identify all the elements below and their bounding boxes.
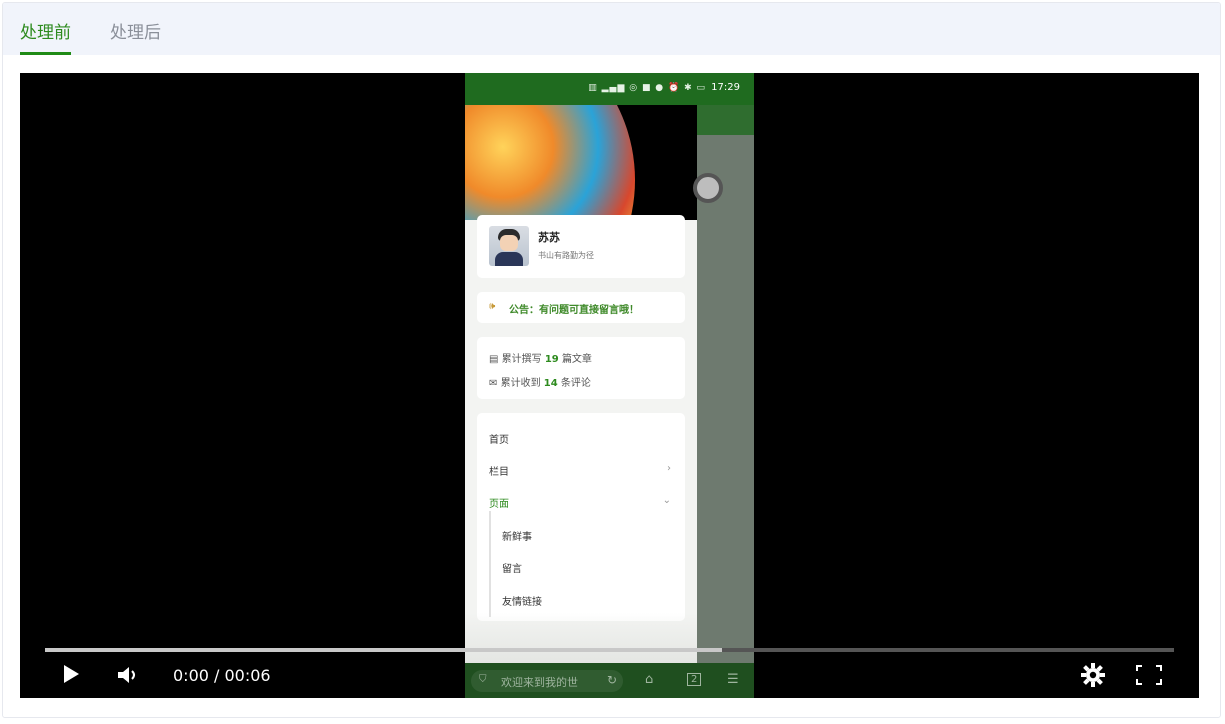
home-icon[interactable]: ⌂	[645, 672, 653, 687]
browser-bottom-bar: ⛉ 欢迎来到我的世 ↻ ⌂ 2 ☰	[465, 663, 754, 698]
tabs-count-icon[interactable]: 2	[687, 673, 702, 686]
chevron-down-icon: ⌄	[662, 495, 671, 506]
progress-bar[interactable]	[45, 648, 1174, 652]
status-time: 17:29	[711, 82, 740, 93]
video-frame-phone-screenshot: ▥ ▂▄▆ ◎ ■ ● ⏰ ✱ ▭ 17:29 苏苏 书山有路勤为径 🕪 公告：…	[465, 73, 754, 698]
submenu-item-friend-links[interactable]: 友情链接	[502, 593, 542, 615]
chevron-right-icon: ›	[667, 463, 671, 474]
settings-icon[interactable]	[1081, 663, 1105, 691]
nav-menu-card: 首页 栏目 › 页面 ⌄ 新鲜事 留言 友情链接	[477, 413, 685, 621]
phone-status-bar: ▥ ▂▄▆ ◎ ■ ● ⏰ ✱ ▭ 17:29	[465, 73, 754, 105]
submenu-divider	[489, 511, 491, 617]
tab-bar: 处理前 处理后	[3, 3, 1220, 55]
avatar	[489, 226, 529, 266]
menu-icon[interactable]: ☰	[727, 672, 739, 687]
fullscreen-icon[interactable]	[1136, 665, 1162, 689]
status-icons: ▥ ▂▄▆ ◎ ■ ● ⏰ ✱ ▭	[588, 83, 706, 93]
tab-after[interactable]: 处理后	[110, 18, 161, 55]
profile-card: 苏苏 书山有路勤为径	[477, 215, 685, 278]
notice-text: 公告：有问题可直接留言哦！	[509, 305, 639, 316]
submenu-item-news[interactable]: 新鲜事	[502, 528, 532, 550]
shield-icon: ⛉	[479, 674, 487, 685]
header-planet-image	[465, 105, 697, 220]
floating-assist-button[interactable]	[693, 173, 723, 203]
tab-before[interactable]: 处理前	[20, 18, 71, 55]
browser-address-input[interactable]: ⛉ 欢迎来到我的世 ↻	[471, 670, 623, 692]
media-card: 处理前 处理后 ▥ ▂▄▆ ◎ ■ ● ⏰ ✱ ▭ 17:29 苏苏 书山有路勤…	[2, 2, 1221, 718]
play-icon[interactable]	[62, 664, 80, 688]
progress-buffered	[45, 648, 723, 652]
profile-name: 苏苏	[538, 231, 560, 244]
mail-icon: ✉	[489, 378, 498, 389]
stats-card: ▤ 累计撰写 19 篇文章 ✉ 累计收到 14 条评论	[477, 337, 685, 399]
megaphone-icon: 🕪	[489, 301, 496, 312]
stat-articles: ▤ 累计撰写 19 篇文章	[489, 354, 592, 365]
menu-item-pages[interactable]: 页面 ⌄	[489, 495, 675, 517]
profile-motto: 书山有路勤为径	[538, 251, 594, 260]
notice-card: 🕪 公告：有问题可直接留言哦！	[477, 292, 685, 323]
document-icon: ▤	[489, 354, 499, 365]
time-display: 0:00 / 00:06	[173, 666, 271, 685]
volume-icon[interactable]	[117, 665, 139, 689]
refresh-icon[interactable]: ↻	[607, 673, 617, 687]
menu-item-columns[interactable]: 栏目 ›	[489, 463, 675, 485]
menu-item-home[interactable]: 首页	[489, 431, 675, 453]
stat-comments: ✉ 累计收到 14 条评论	[489, 378, 591, 389]
video-player[interactable]: ▥ ▂▄▆ ◎ ■ ● ⏰ ✱ ▭ 17:29 苏苏 书山有路勤为径 🕪 公告：…	[20, 73, 1199, 698]
submenu-item-guestbook[interactable]: 留言	[502, 560, 522, 582]
